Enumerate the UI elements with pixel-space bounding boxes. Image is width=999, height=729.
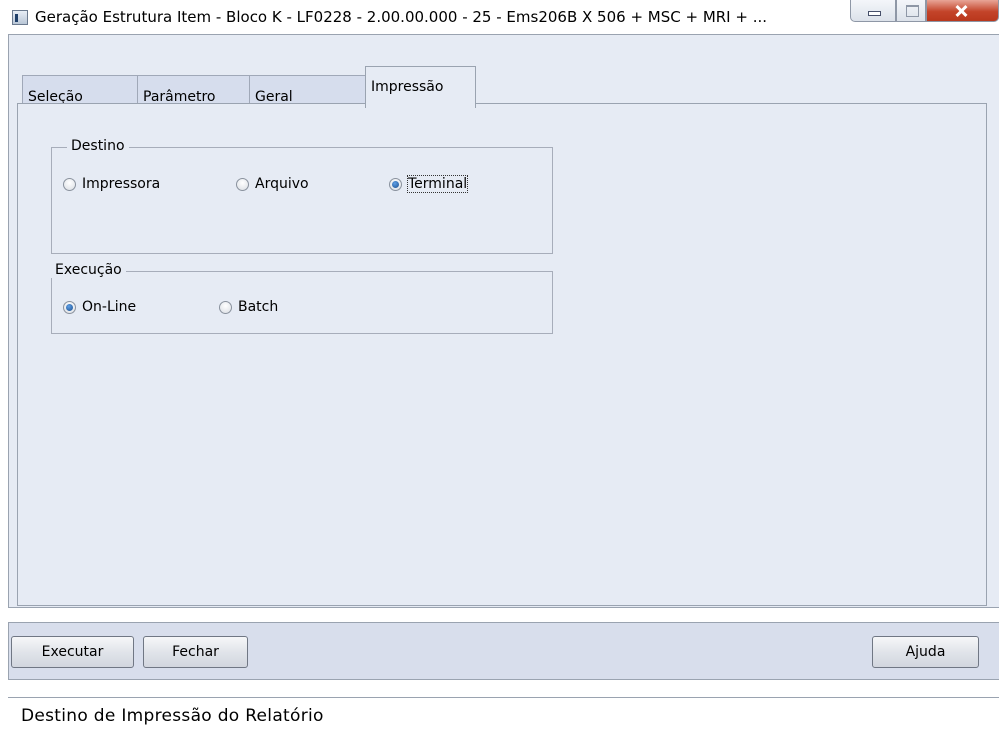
radio-impressora[interactable]: Impressora (63, 176, 160, 192)
radio-arquivo[interactable]: Arquivo (236, 176, 309, 192)
status-bar: Destino de Impressão do Relatório (8, 697, 999, 729)
radio-label: On-Line (82, 299, 137, 315)
window-title: Geração Estrutura Item - Bloco K - LF022… (35, 8, 768, 26)
destino-legend: Destino (67, 138, 129, 154)
radio-label: Arquivo (255, 176, 309, 192)
main-area: Seleção Parâmetro Geral Impressão Destin… (8, 34, 999, 608)
title-bar: Geração Estrutura Item - Bloco K - LF022… (0, 0, 999, 34)
execucao-legend: Execução (51, 262, 126, 278)
fechar-button[interactable]: Fechar (143, 636, 248, 668)
app-icon[interactable] (12, 10, 28, 25)
execucao-group: Execução On-Line Batch (51, 262, 553, 334)
radio-label: Impressora (82, 176, 161, 192)
radio-terminal[interactable]: Terminal (389, 175, 469, 193)
radio-button-checked[interactable] (389, 177, 402, 191)
radio-button-checked[interactable] (63, 300, 76, 314)
destino-group: Destino Impressora Arquivo Terminal (51, 138, 553, 254)
executar-button[interactable]: Executar (11, 636, 134, 668)
ajuda-button[interactable]: Ajuda (872, 636, 979, 668)
radio-label: Terminal (406, 175, 469, 193)
radio-button[interactable] (219, 300, 232, 314)
radio-batch[interactable]: Batch (219, 299, 278, 315)
maximize-button[interactable] (896, 0, 926, 22)
tab-label: Impressão (371, 79, 444, 95)
minimize-button[interactable] (850, 0, 896, 22)
button-bar: Executar Fechar Ajuda (8, 622, 999, 680)
tab-impressao[interactable]: Impressão (365, 66, 476, 108)
radio-label: Batch (238, 299, 279, 315)
radio-button[interactable] (63, 177, 76, 191)
radio-online[interactable]: On-Line (63, 299, 136, 315)
radio-button[interactable] (236, 177, 249, 191)
tab-panel-impressao: Destino Impressora Arquivo Terminal Exec… (17, 103, 987, 606)
close-button[interactable] (926, 0, 999, 22)
status-text: Destino de Impressão do Relatório (21, 706, 324, 726)
